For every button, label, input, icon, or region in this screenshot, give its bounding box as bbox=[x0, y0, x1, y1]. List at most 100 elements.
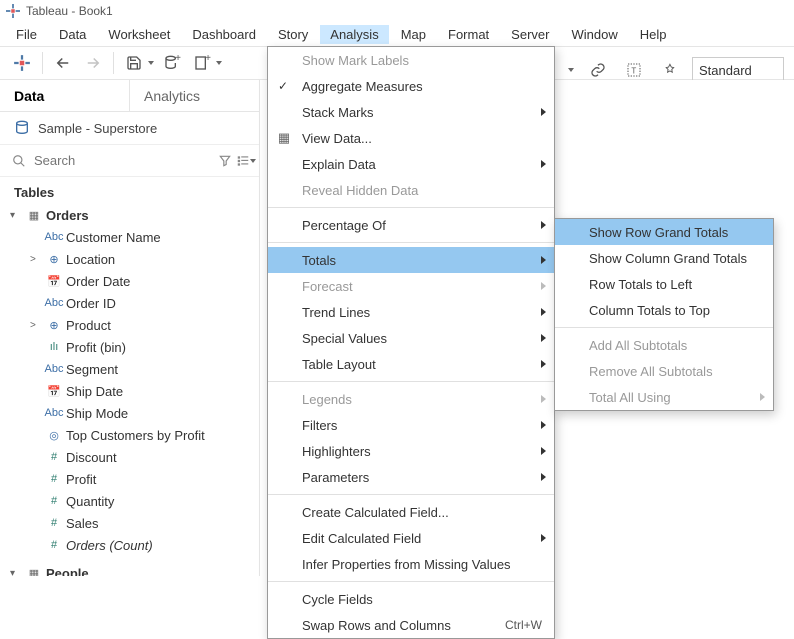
menu-dashboard[interactable]: Dashboard bbox=[182, 25, 266, 44]
tableau-logo-icon bbox=[6, 4, 20, 18]
menu-worksheet[interactable]: Worksheet bbox=[98, 25, 180, 44]
menu-item-reveal-hidden-data: Reveal Hidden Data bbox=[268, 177, 554, 203]
table-orders[interactable]: ▾ ▦ Orders bbox=[6, 204, 253, 226]
new-worksheet-button[interactable]: + bbox=[188, 49, 216, 77]
field-type-icon: ılı bbox=[42, 341, 66, 353]
field-profit-bin-[interactable]: ılıProfit (bin) bbox=[6, 336, 253, 358]
menu-help[interactable]: Help bbox=[630, 25, 677, 44]
submenu-item-column-totals-to-top[interactable]: Column Totals to Top bbox=[555, 297, 773, 323]
fit-label: Standard bbox=[699, 63, 752, 78]
menu-item-filters[interactable]: Filters bbox=[268, 412, 554, 438]
field-sales[interactable]: #Sales bbox=[6, 512, 253, 534]
menu-item-stack-marks[interactable]: Stack Marks bbox=[268, 99, 554, 125]
field-type-icon: # bbox=[42, 539, 66, 551]
tables-header: Tables bbox=[0, 177, 259, 204]
menu-item-cycle-fields[interactable]: Cycle Fields bbox=[268, 586, 554, 612]
field-product[interactable]: >⊕Product bbox=[6, 314, 253, 336]
highlight-dropdown[interactable] bbox=[566, 68, 576, 72]
field-ship-mode[interactable]: AbcShip Mode bbox=[6, 402, 253, 424]
fields-tree: ▾ ▦ Orders AbcCustomer Name>⊕Location📅Or… bbox=[0, 204, 259, 576]
data-pane: Data Analytics Sample - Superstore Table… bbox=[0, 80, 260, 576]
totals-submenu: Show Row Grand TotalsShow Column Grand T… bbox=[554, 218, 774, 411]
save-button[interactable] bbox=[120, 49, 148, 77]
menu-item-legends: Legends bbox=[268, 386, 554, 412]
menu-item-swap-rows-and-columns[interactable]: Swap Rows and ColumnsCtrl+W bbox=[268, 612, 554, 638]
forward-button[interactable] bbox=[79, 49, 107, 77]
menu-server[interactable]: Server bbox=[501, 25, 559, 44]
field-type-icon: # bbox=[42, 451, 66, 463]
field-profit[interactable]: #Profit bbox=[6, 468, 253, 490]
menu-item-explain-data[interactable]: Explain Data bbox=[268, 151, 554, 177]
field-customer-name[interactable]: AbcCustomer Name bbox=[6, 226, 253, 248]
menu-window[interactable]: Window bbox=[561, 25, 627, 44]
tableau-home-button[interactable] bbox=[8, 49, 36, 77]
submenu-item-total-all-using: Total All Using bbox=[555, 384, 773, 410]
submenu-item-row-totals-to-left[interactable]: Row Totals to Left bbox=[555, 271, 773, 297]
submenu-item-add-all-subtotals: Add All Subtotals bbox=[555, 332, 773, 358]
menu-item-totals[interactable]: Totals bbox=[268, 247, 554, 273]
menu-item-table-layout[interactable]: Table Layout bbox=[268, 351, 554, 377]
field-segment[interactable]: AbcSegment bbox=[6, 358, 253, 380]
svg-text:T: T bbox=[631, 66, 636, 75]
field-type-icon: Abc bbox=[42, 297, 66, 309]
window-title: Tableau - Book1 bbox=[26, 4, 113, 18]
menu-item-parameters[interactable]: Parameters bbox=[268, 464, 554, 490]
field-type-icon: Abc bbox=[42, 231, 66, 243]
menu-item-edit-calculated-field[interactable]: Edit Calculated Field bbox=[268, 525, 554, 551]
new-worksheet-dropdown[interactable] bbox=[214, 61, 224, 65]
field-top-customers-by-profit[interactable]: ◎Top Customers by Profit bbox=[6, 424, 253, 446]
menu-item-view-data-[interactable]: ▦View Data... bbox=[268, 125, 554, 151]
field-type-icon: Abc bbox=[42, 363, 66, 375]
field-ship-date[interactable]: 📅Ship Date bbox=[6, 380, 253, 402]
tab-data[interactable]: Data bbox=[0, 80, 129, 111]
submenu-item-show-column-grand-totals[interactable]: Show Column Grand Totals bbox=[555, 245, 773, 271]
view-list-icon[interactable] bbox=[236, 151, 250, 171]
submenu-item-remove-all-subtotals: Remove All Subtotals bbox=[555, 358, 773, 384]
view-dropdown[interactable] bbox=[250, 159, 256, 163]
datasource-icon bbox=[14, 120, 30, 136]
back-button[interactable] bbox=[49, 49, 77, 77]
datasource-row[interactable]: Sample - Superstore bbox=[0, 112, 259, 144]
field-type-icon: ⊕ bbox=[42, 253, 66, 266]
menu-data[interactable]: Data bbox=[49, 25, 96, 44]
menu-item-forecast: Forecast bbox=[268, 273, 554, 299]
filter-icon[interactable] bbox=[218, 151, 232, 171]
field-discount[interactable]: #Discount bbox=[6, 446, 253, 468]
menu-file[interactable]: File bbox=[6, 25, 47, 44]
field-type-icon: Abc bbox=[42, 407, 66, 419]
field-type-icon: ◎ bbox=[42, 429, 66, 442]
field-type-icon: # bbox=[42, 473, 66, 485]
menu-item-percentage-of[interactable]: Percentage Of bbox=[268, 212, 554, 238]
menu-story[interactable]: Story bbox=[268, 25, 318, 44]
submenu-item-show-row-grand-totals[interactable]: Show Row Grand Totals bbox=[555, 219, 773, 245]
menubar: File Data Worksheet Dashboard Story Anal… bbox=[0, 22, 794, 46]
menu-format[interactable]: Format bbox=[438, 25, 499, 44]
titlebar: Tableau - Book1 bbox=[0, 0, 794, 22]
menu-analysis[interactable]: Analysis bbox=[320, 25, 388, 44]
datasource-name: Sample - Superstore bbox=[38, 121, 157, 136]
field-type-icon: 📅 bbox=[42, 275, 66, 288]
menu-item-create-calculated-field-[interactable]: Create Calculated Field... bbox=[268, 499, 554, 525]
search-input[interactable] bbox=[30, 149, 214, 172]
field-type-icon: ⊕ bbox=[42, 319, 66, 332]
field-type-icon: 📅 bbox=[42, 385, 66, 398]
search-icon bbox=[12, 154, 26, 168]
menu-item-show-mark-labels: Show Mark Labels bbox=[268, 47, 554, 73]
menu-map[interactable]: Map bbox=[391, 25, 436, 44]
field-quantity[interactable]: #Quantity bbox=[6, 490, 253, 512]
field-location[interactable]: >⊕Location bbox=[6, 248, 253, 270]
save-dropdown[interactable] bbox=[146, 61, 156, 65]
field-type-icon: # bbox=[42, 517, 66, 529]
field-order-date[interactable]: 📅Order Date bbox=[6, 270, 253, 292]
tab-analytics[interactable]: Analytics bbox=[129, 80, 259, 111]
field-orders-count-[interactable]: #Orders (Count) bbox=[6, 534, 253, 556]
menu-item-special-values[interactable]: Special Values bbox=[268, 325, 554, 351]
menu-item-aggregate-measures[interactable]: ✓Aggregate Measures bbox=[268, 73, 554, 99]
table-people[interactable]: ▾ ▦ People bbox=[6, 562, 253, 576]
menu-item-highlighters[interactable]: Highlighters bbox=[268, 438, 554, 464]
new-datasource-button[interactable]: + bbox=[158, 49, 186, 77]
field-order-id[interactable]: AbcOrder ID bbox=[6, 292, 253, 314]
menu-item-infer-properties-from-missing-values[interactable]: Infer Properties from Missing Values bbox=[268, 551, 554, 577]
menu-item-trend-lines[interactable]: Trend Lines bbox=[268, 299, 554, 325]
analysis-menu: Show Mark Labels✓Aggregate MeasuresStack… bbox=[267, 46, 555, 639]
